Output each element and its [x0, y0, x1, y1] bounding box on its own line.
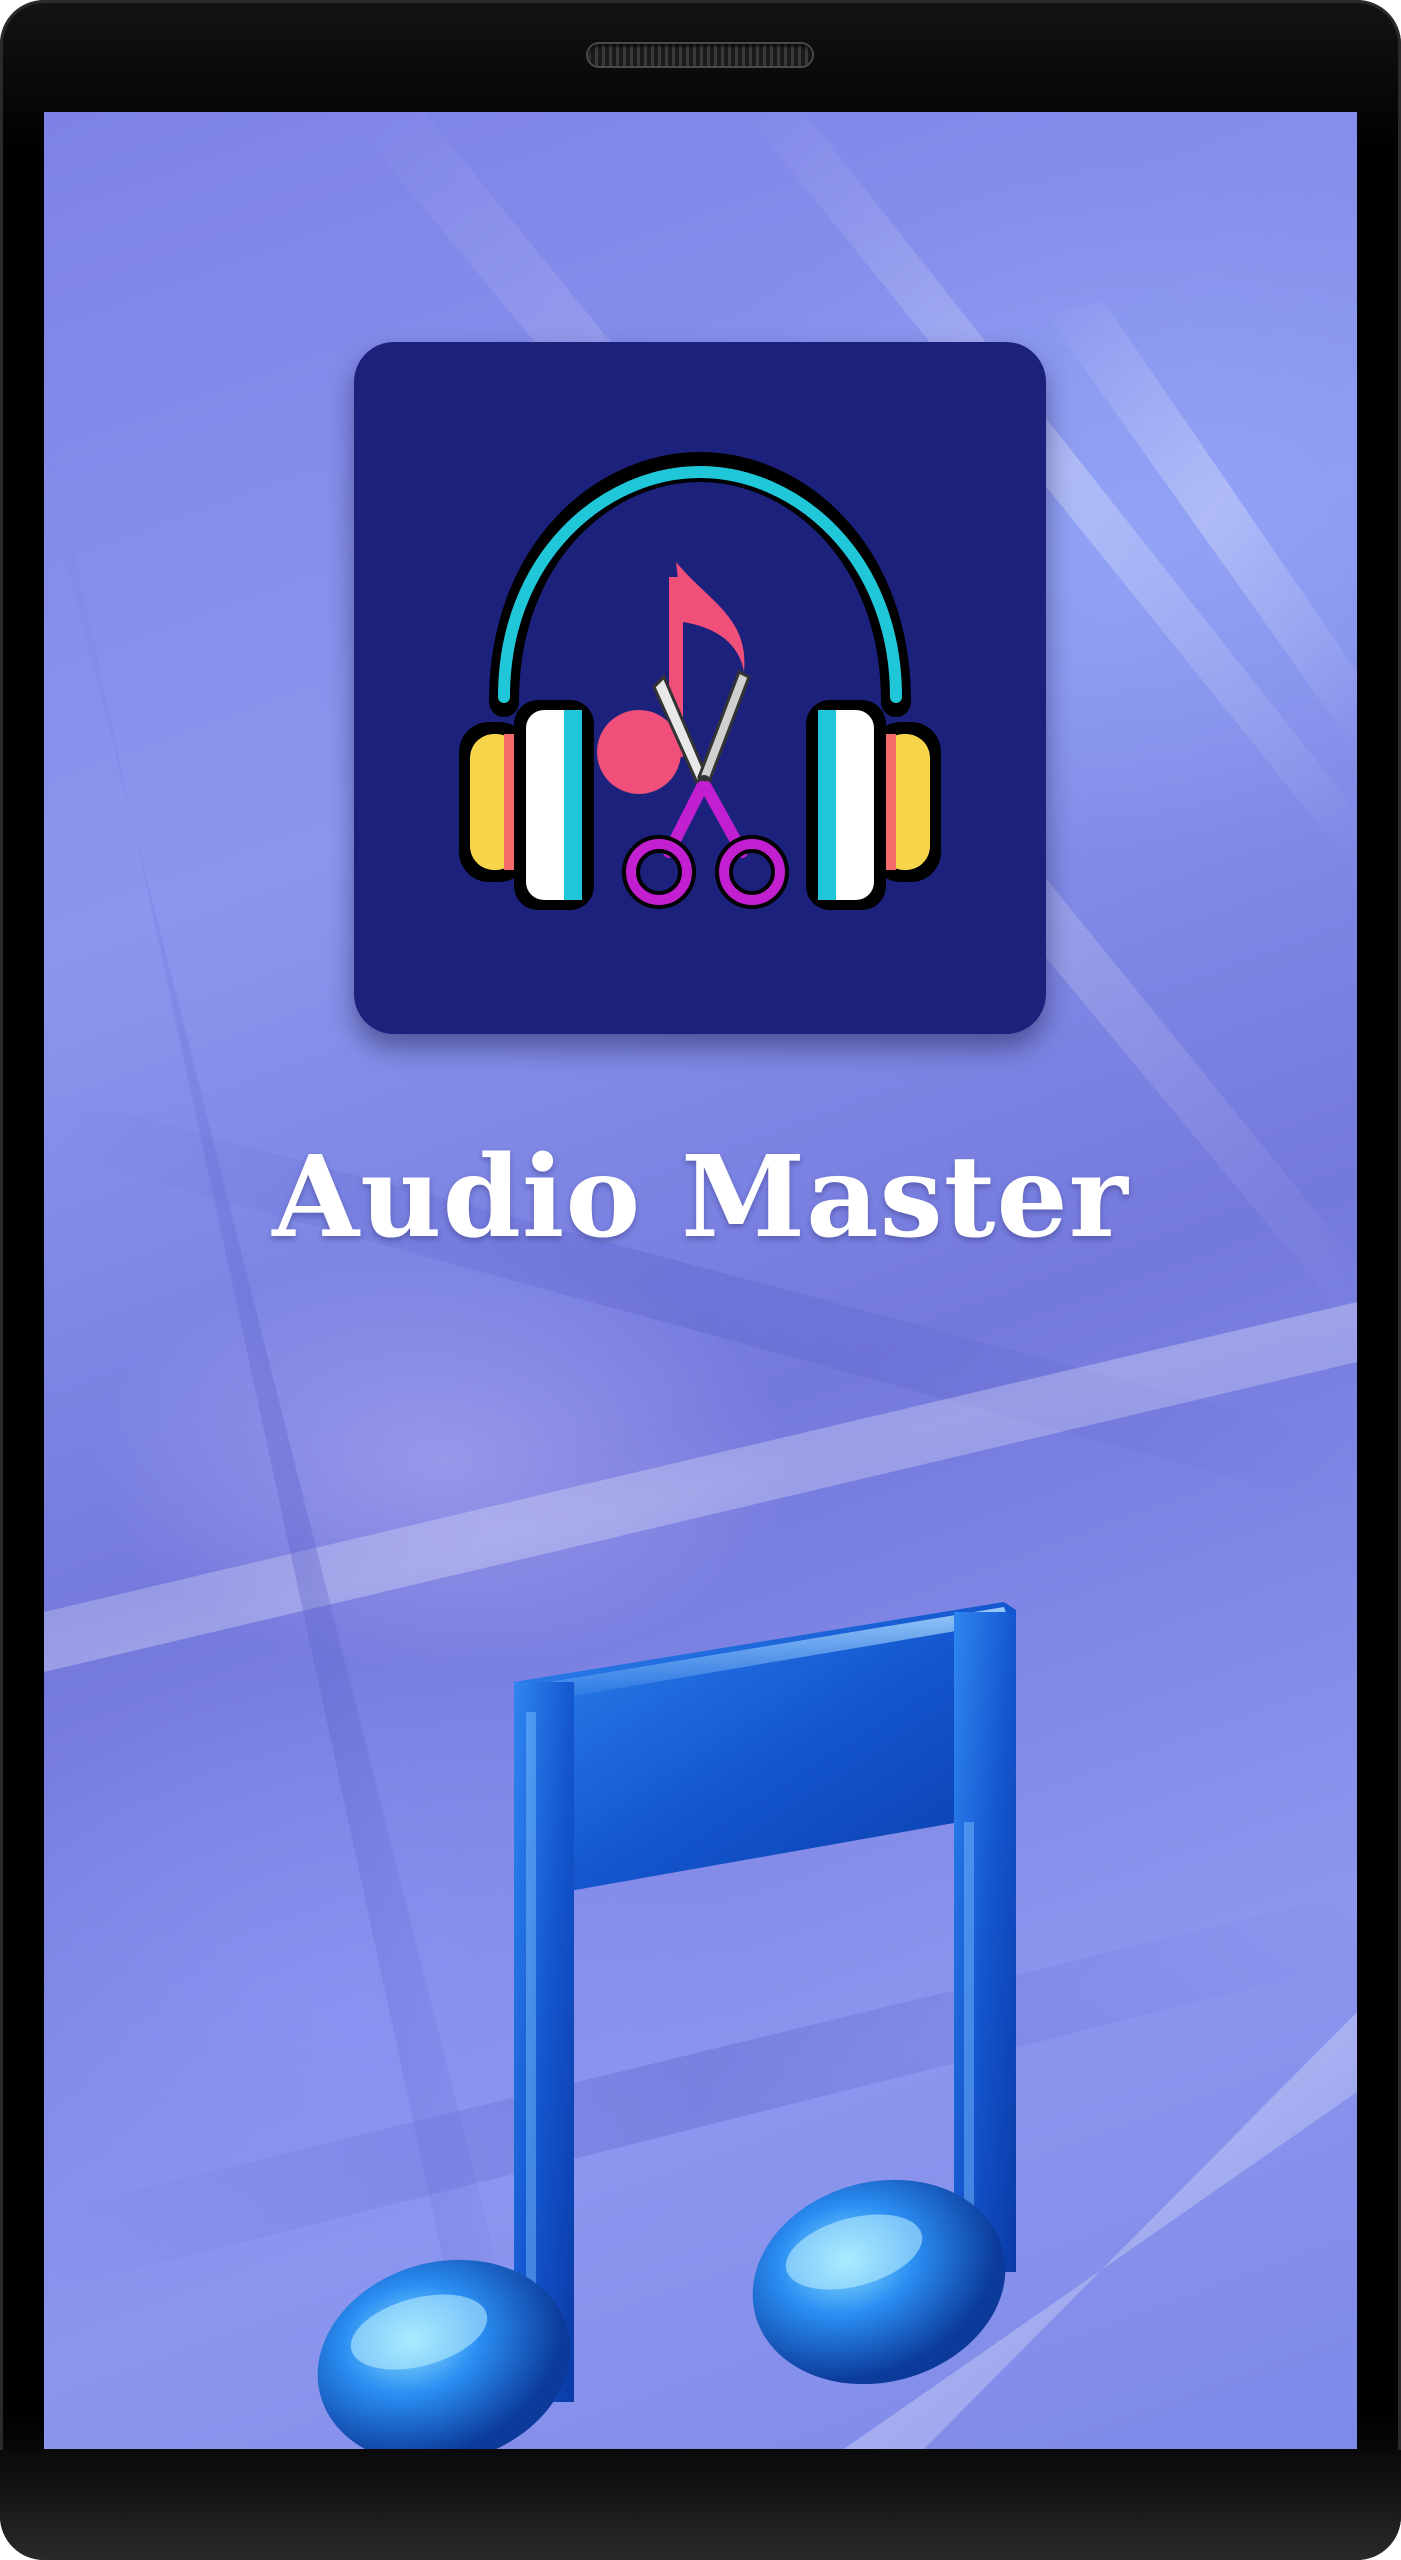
app-title: Audio Master	[272, 1132, 1129, 1263]
bottom-bezel	[0, 2450, 1401, 2560]
music-note-icon	[264, 1482, 1024, 2449]
splash-screen: Audio Master	[44, 112, 1357, 2449]
phone-frame: Audio Master	[0, 0, 1401, 2560]
headphones-scissors-music-icon	[354, 342, 1046, 1034]
speaker-grille	[588, 44, 812, 66]
